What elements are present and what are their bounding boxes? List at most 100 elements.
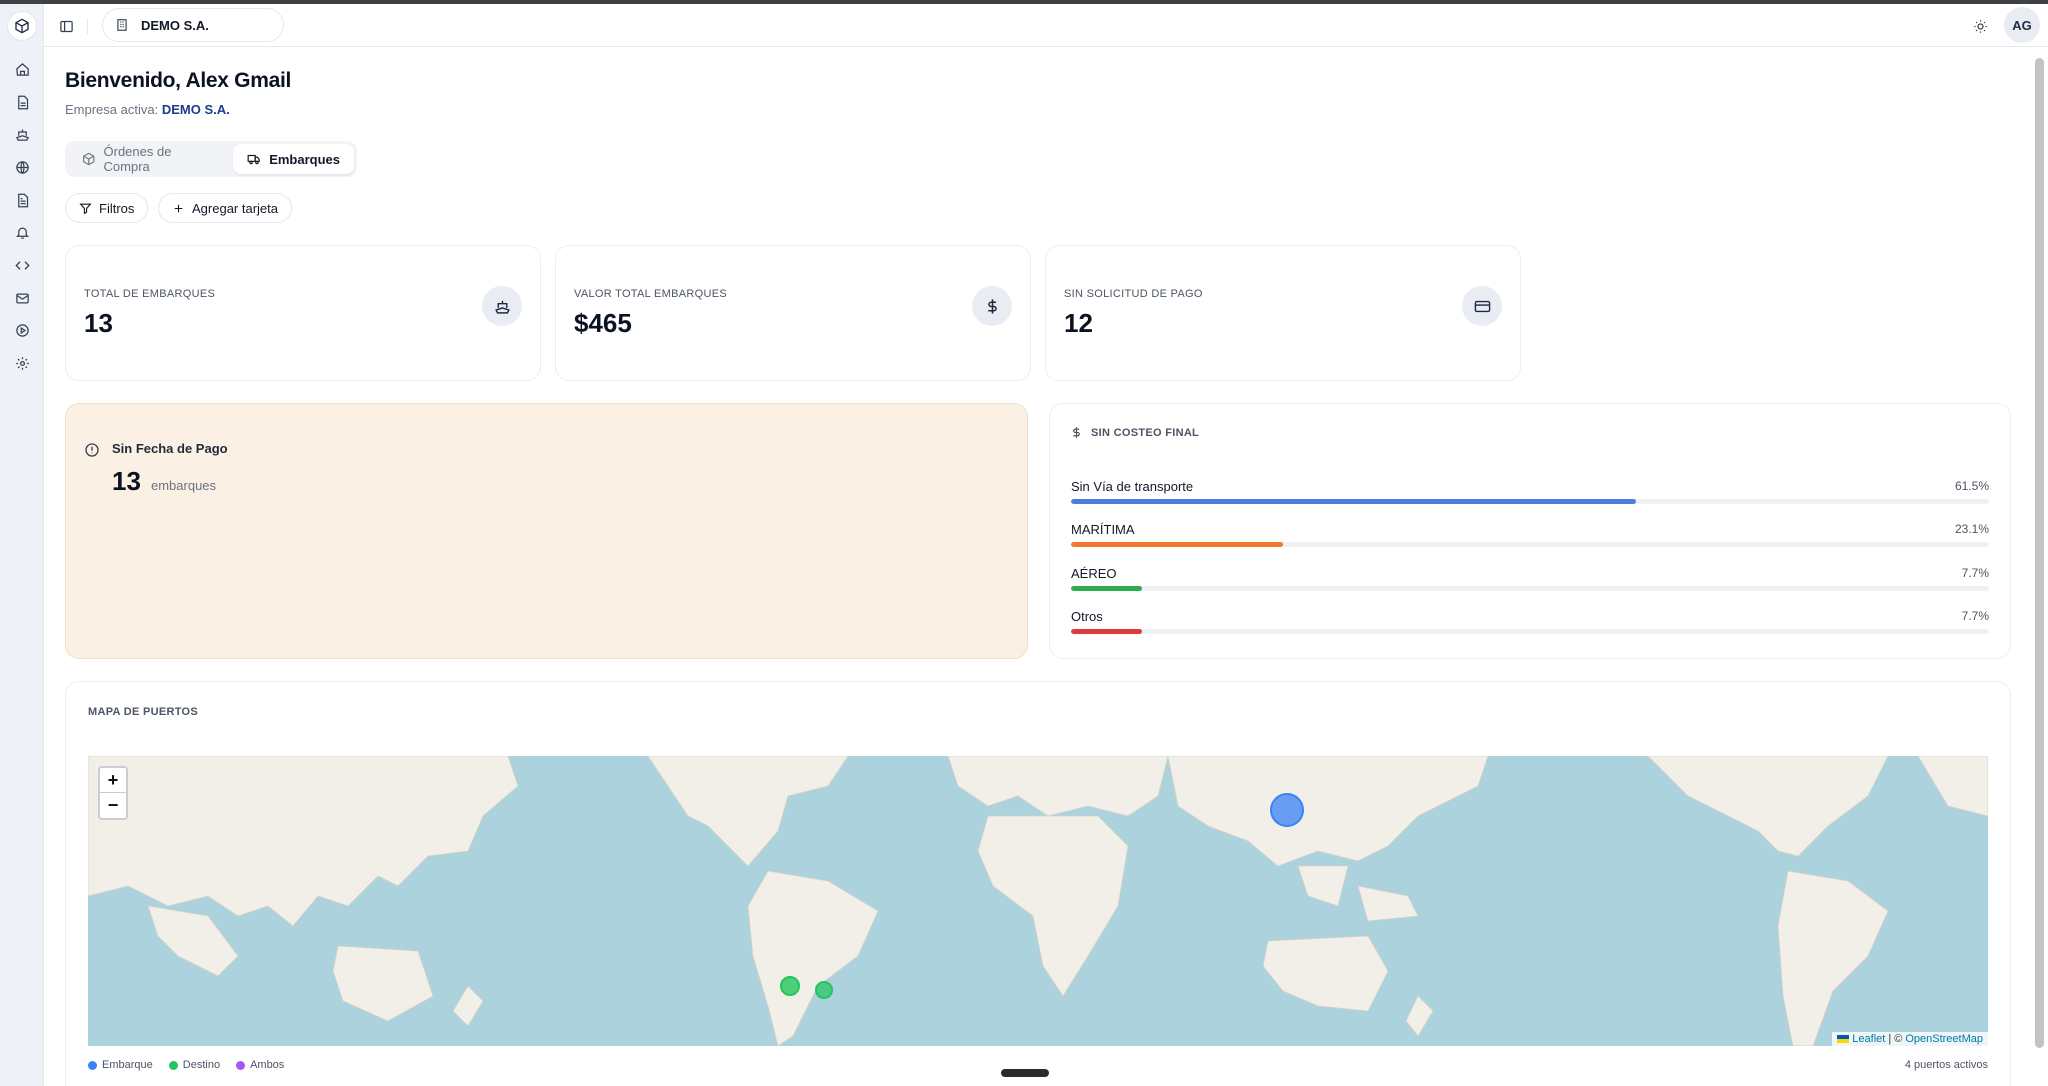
sidebar-item-notifications[interactable]	[12, 222, 32, 242]
view-tabs: Órdenes de Compra Embarques	[65, 141, 357, 177]
costing-row-name: Otros	[1071, 609, 1103, 624]
page-title: Bienvenido, Alex Gmail	[65, 69, 292, 92]
tab-label: Órdenes de Compra	[103, 144, 172, 174]
avatar[interactable]: AG	[2004, 7, 2040, 43]
stat-card-total-value: VALOR TOTAL EMBARQUES $465	[555, 245, 1031, 381]
ukraine-flag-icon	[1837, 1035, 1850, 1043]
legend-dot	[236, 1060, 246, 1070]
company-selector-label: DEMO S.A.	[141, 17, 209, 33]
document-icon	[17, 95, 28, 109]
alert-title: Sin Fecha de Pago	[112, 441, 228, 456]
costing-title: SIN COSTEO FINAL	[1091, 426, 1200, 439]
tab-shipments[interactable]: Embarques	[233, 144, 354, 174]
stat-label: VALOR TOTAL EMBARQUES	[574, 288, 728, 300]
sidebar-item-code[interactable]	[12, 255, 32, 275]
sidebar-item-settings[interactable]	[12, 353, 32, 373]
costing-row: Sin Vía de transporte 61.5%	[1071, 479, 1989, 513]
costing-progress-track	[1071, 586, 1989, 591]
legend-dot	[168, 1060, 178, 1070]
sidebar-toggle-icon	[59, 20, 73, 32]
map-marker-destination[interactable]	[815, 981, 833, 999]
costing-progress-fill	[1071, 586, 1142, 591]
costing-row: Otros 7.7%	[1071, 609, 1989, 643]
filters-button[interactable]: Filtros	[65, 193, 149, 223]
package-icon	[83, 152, 95, 166]
truck-icon	[247, 154, 261, 165]
report-icon	[17, 193, 28, 207]
costing-header: SIN COSTEO FINAL	[1070, 426, 1199, 439]
sidebar-item-mail[interactable]	[12, 288, 32, 308]
filters-label: Filtros	[99, 200, 135, 216]
stat-card-total-shipments: TOTAL DE EMBARQUES 13	[65, 245, 541, 381]
dollar-icon	[1073, 427, 1080, 438]
active-company-value: DEMO S.A.	[161, 102, 230, 117]
ship-icon	[15, 129, 29, 141]
ports-active-count: 4 puertos activos	[1904, 1059, 1988, 1071]
costing-row-pct: 7.7%	[1961, 609, 1989, 623]
play-icon	[15, 323, 29, 337]
sun-icon	[1973, 19, 1987, 33]
active-company-label: Empresa activa:	[65, 102, 159, 117]
code-icon	[14, 260, 30, 270]
map-title: MAPA DE PUERTOS	[88, 706, 199, 718]
stat-card-no-payment-request: SIN SOLICITUD DE PAGO 12	[1045, 245, 1521, 381]
costing-progress-fill	[1071, 542, 1284, 547]
alert-unit: embarques	[151, 478, 217, 493]
theme-toggle-button[interactable]	[1970, 16, 1990, 36]
alert-value: 13	[112, 466, 141, 496]
stat-value: 12	[1064, 308, 1093, 338]
stat-value: $465	[574, 308, 632, 338]
alert-circle-icon	[84, 442, 100, 463]
page-scrollbar[interactable]	[2035, 58, 2044, 1048]
zoom-out-button[interactable]: −	[100, 793, 126, 818]
costing-progress-track	[1071, 629, 1989, 634]
map-marker-destination[interactable]	[780, 976, 800, 996]
legend-item: Destino	[168, 1059, 221, 1071]
tab-purchase-orders[interactable]: Órdenes de Compra	[68, 144, 231, 174]
attribution-separator: | ©	[1888, 1033, 1903, 1045]
sidebar	[0, 4, 44, 1086]
stat-value: 13	[84, 308, 113, 338]
map-landmasses	[88, 756, 1988, 1046]
add-card-button[interactable]: Agregar tarjeta	[158, 193, 292, 223]
sidebar-item-home[interactable]	[12, 59, 32, 79]
costing-row-name: AÉREO	[1071, 566, 1117, 581]
ship-icon	[494, 300, 510, 314]
map-marker-origin[interactable]	[1270, 793, 1304, 827]
leaflet-link[interactable]: Leaflet	[1852, 1033, 1885, 1045]
costing-row-pct: 7.7%	[1961, 566, 1989, 580]
legend-label: Destino	[182, 1059, 221, 1071]
sidebar-toggle-button[interactable]	[56, 16, 76, 36]
port-map-card: MAPA DE PUERTOS + − Leaflet | © OpenStre…	[65, 681, 2011, 1086]
add-card-label: Agregar tarjeta	[192, 200, 278, 216]
costing-progress-track	[1071, 499, 1989, 504]
stat-label: SIN SOLICITUD DE PAGO	[1064, 288, 1203, 300]
sidebar-item-media[interactable]	[12, 320, 32, 340]
world-map[interactable]: + − Leaflet | © OpenStreetMap	[88, 756, 1988, 1046]
stat-icon-badge	[1462, 286, 1502, 326]
company-selector[interactable]: DEMO S.A.	[102, 8, 284, 42]
sidebar-item-globe[interactable]	[12, 157, 32, 177]
legend-item: Ambos	[236, 1059, 284, 1071]
alert-card-no-payment-date[interactable]: Sin Fecha de Pago 13 embarques	[65, 403, 1028, 659]
stat-icon-badge	[482, 286, 522, 326]
legend-item: Embarque	[88, 1059, 153, 1071]
openstreetmap-link[interactable]: OpenStreetMap	[1905, 1033, 1983, 1045]
map-attribution: Leaflet | © OpenStreetMap	[1832, 1032, 1988, 1046]
toolbar-divider	[87, 18, 88, 34]
gear-icon	[15, 356, 29, 370]
bell-icon	[15, 227, 29, 239]
bottom-drag-handle[interactable]	[1001, 1069, 1049, 1077]
map-zoom-control: + −	[98, 766, 128, 820]
sidebar-item-shipments[interactable]	[12, 124, 32, 144]
tab-label: Embarques	[269, 151, 340, 167]
dollar-icon	[987, 298, 997, 314]
app-logo[interactable]	[7, 11, 37, 41]
stat-label: TOTAL DE EMBARQUES	[84, 288, 216, 300]
sidebar-item-reports[interactable]	[12, 190, 32, 210]
globe-icon	[15, 160, 29, 174]
active-company: Empresa activa: DEMO S.A.	[65, 102, 230, 117]
zoom-in-button[interactable]: +	[100, 768, 126, 793]
sidebar-item-documents[interactable]	[12, 92, 32, 112]
stat-icon-badge	[972, 286, 1012, 326]
